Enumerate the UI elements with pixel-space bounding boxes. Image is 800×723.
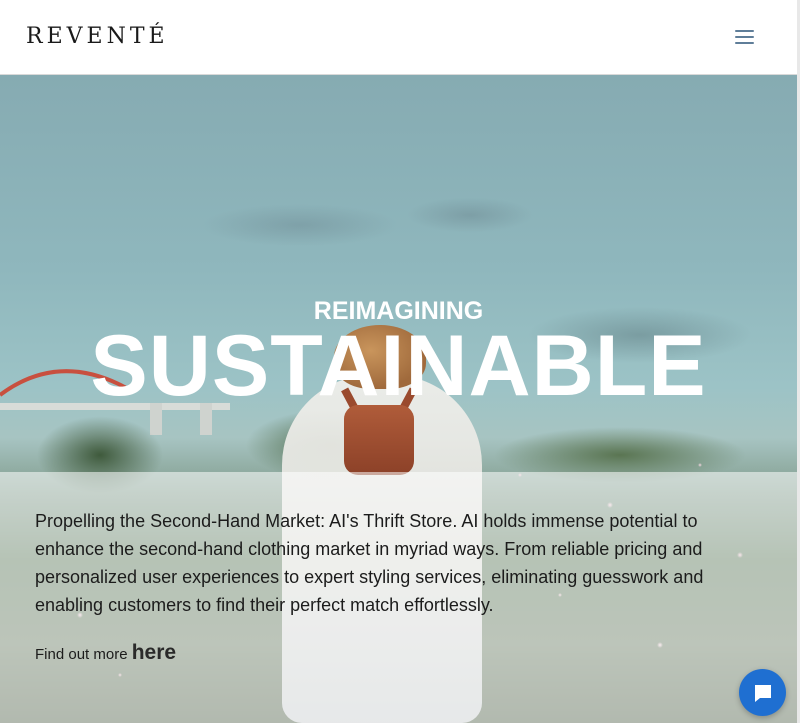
hero-section: REIMAGINING SUSTAINABLE Propelling the S…	[0, 75, 797, 723]
find-out-more: Find out more here	[35, 641, 176, 665]
chat-button[interactable]	[739, 669, 786, 716]
brand-logo[interactable]: REVENTÉ	[26, 26, 169, 48]
page: REVENTÉ REIMAGINING SUSTAINABLE Propelli…	[0, 0, 800, 723]
site-header: REVENTÉ	[0, 0, 797, 75]
hero-headline: SUSTAINABLE	[90, 318, 707, 414]
find-more-link[interactable]: here	[132, 641, 176, 664]
backpack	[344, 405, 414, 475]
hamburger-menu-icon[interactable]	[735, 29, 755, 45]
chat-bubble-icon	[755, 685, 771, 702]
hero-description: Propelling the Second-Hand Market: AI's …	[35, 511, 704, 615]
find-more-label: Find out more	[35, 646, 128, 663]
